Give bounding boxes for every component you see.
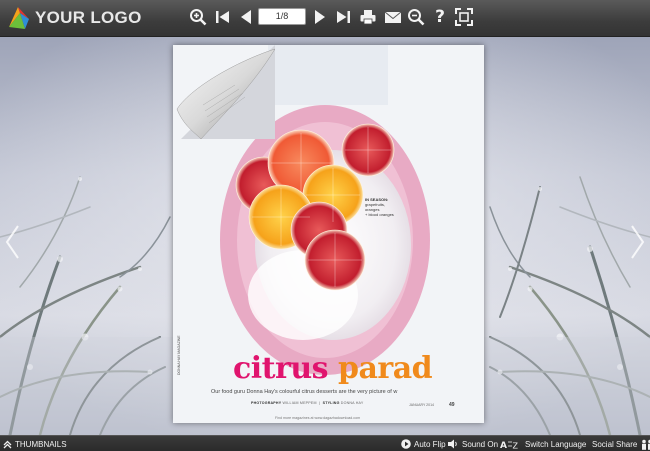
thumbnails-label: THUMBNAILS [15,439,67,449]
switch-language-label: Switch Language [525,439,587,449]
sound-label: Sound On [462,439,499,449]
credits-stylist: DONNA HAY [340,401,364,405]
issue-month: JANUARY 2014 [409,403,434,407]
language-icon: A Z [500,441,519,450]
zoom-in-icon [190,9,207,26]
first-page-button[interactable] [213,7,233,27]
top-toolbar: YOUR LOGO 1/8 ? [0,0,650,37]
headline-word-1: citrus [233,351,329,386]
headline: citrus parad [233,351,433,386]
auto-flip-label: Auto Flip [414,439,446,449]
fullscreen-icon [455,8,473,26]
fullscreen-button[interactable] [454,7,474,27]
page-number: 49 [449,402,455,408]
in-season-note: IN SEASON: grapefruits, oranges + blood … [365,197,399,217]
bottom-toolbar: THUMBNAILS Auto Flip Sound On A Z Switch… [0,435,650,451]
right-flip-arrow-icon[interactable] [626,222,648,262]
page-number-input[interactable] [258,8,306,25]
left-flip-arrow-icon[interactable] [2,222,24,262]
print-icon [360,10,376,25]
switch-language-button[interactable]: A Z Switch Language [500,436,586,451]
svg-text:A: A [500,441,507,450]
footer-note: Find more magazines at www.dagazhadownlo… [275,416,361,420]
logo-text: YOUR LOGO [35,8,142,27]
page-curl-icon[interactable] [173,45,275,139]
season-line-2: + blood oranges [365,212,394,217]
help-button[interactable]: ? [430,7,450,27]
email-button[interactable] [383,7,403,27]
search-icon [408,9,425,26]
share-people-icon [642,439,650,450]
credits-label-photography: PHOTOGRAPHY [251,401,282,405]
social-share-label: Social Share [592,439,638,449]
speaker-icon [448,439,457,449]
help-icon: ? [435,7,445,27]
play-icon [401,439,411,449]
email-icon [384,11,402,23]
first-page-icon [216,11,229,23]
next-page-button[interactable] [310,7,330,27]
svg-text:Z: Z [513,441,519,450]
last-page-icon [337,11,350,23]
print-button[interactable] [358,7,378,27]
standfirst: Our food guru Donna Hay's colourful citr… [211,389,398,395]
chevron-up-icon [3,440,12,448]
logo: YOUR LOGO [5,5,142,31]
headline-word-2: parad [337,351,433,386]
zoom-in-button[interactable] [188,7,208,27]
flipbook-viewer: YOUR LOGO 1/8 ? DONNA HAY MAGAZINE IN SE… [0,0,650,451]
next-page-icon [315,10,325,24]
magazine-page[interactable]: DONNA HAY MAGAZINE IN SEASON: grapefruit… [173,45,484,423]
sound-toggle[interactable]: Sound On [448,436,498,451]
social-share-button[interactable]: Social Share [592,436,650,451]
season-line-1: grapefruits, oranges [365,202,386,212]
logo-mark-icon [9,7,29,29]
side-credit: DONNA HAY MAGAZINE [177,335,181,375]
previous-page-button[interactable] [236,7,256,27]
last-page-button[interactable] [333,7,353,27]
auto-flip-button[interactable]: Auto Flip [401,436,446,451]
photo-credits: PHOTOGRAPHY WILLIAM MEPPEM | STYLING DON… [251,401,364,405]
search-button[interactable] [406,7,426,27]
credits-photographer: WILLIAM MEPPEM [282,401,317,405]
credits-label-styling: STYLING [322,401,340,405]
previous-page-icon [241,10,251,24]
thumbnails-button[interactable]: THUMBNAILS [3,436,67,451]
